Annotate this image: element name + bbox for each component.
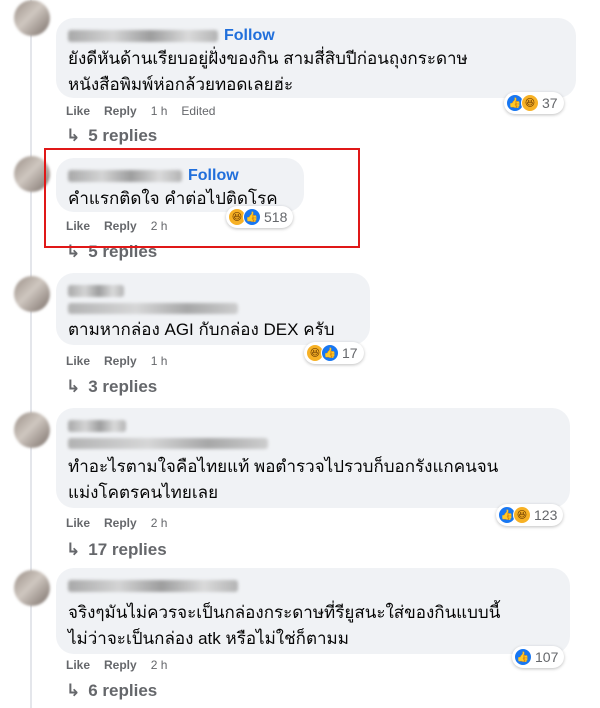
comment-bubble: Follow ยังดีหันด้านเรียบอยู่ฝั่งของกิน ส…: [56, 18, 576, 98]
comment-actions: Like Reply 2 h: [66, 658, 167, 672]
reply-arrow-icon: ↳: [66, 377, 81, 396]
comment-actions: Like Reply 1 h Edited: [66, 104, 215, 118]
reaction-count: 123: [534, 507, 558, 523]
timestamp[interactable]: 2 h: [151, 516, 168, 530]
reaction-count: 107: [535, 649, 559, 665]
reaction-summary[interactable]: 😆 👍 17: [304, 342, 364, 364]
replies-count: 17 replies: [88, 540, 167, 559]
haha-icon: 😆: [521, 94, 539, 112]
author-name[interactable]: Follow: [68, 26, 564, 46]
reaction-summary[interactable]: 👍 107: [512, 646, 565, 668]
like-icon: 👍: [514, 648, 532, 666]
comment-bubble: ทำอะไรตามใจคือไทยแท้ พอตำรวจไปรวบก็บอกรั…: [56, 408, 570, 508]
view-replies-button[interactable]: ↳ 6 replies: [66, 681, 157, 701]
like-icon: 👍: [321, 344, 339, 362]
avatar[interactable]: [14, 0, 50, 36]
comment-actions: Like Reply 2 h: [66, 516, 167, 530]
view-replies-button[interactable]: ↳ 17 replies: [66, 540, 167, 560]
comment-bubble: ตามหากล่อง AGI กับกล่อง DEX ครับ: [56, 273, 370, 345]
replies-count: 3 replies: [88, 377, 158, 396]
reply-button[interactable]: Reply: [104, 104, 137, 118]
follow-button[interactable]: Follow: [224, 27, 275, 45]
comment-text: ทำอะไรตามใจคือไทยแท้ พอตำรวจไปรวบก็บอกรั…: [68, 457, 499, 502]
haha-icon: 😆: [513, 506, 531, 524]
reaction-summary[interactable]: 👍 😆 123: [496, 504, 564, 526]
comment-text: ยังดีหันด้านเรียบอยู่ฝั่งของกิน สามสี่สิ…: [68, 49, 468, 94]
edited-label: Edited: [181, 104, 216, 118]
like-button[interactable]: Like: [66, 354, 90, 368]
like-button[interactable]: Like: [66, 516, 90, 530]
highlight-box: [44, 148, 360, 248]
replies-count: 5 replies: [88, 126, 158, 145]
reaction-summary[interactable]: 👍 😆 37: [504, 92, 564, 114]
reply-button[interactable]: Reply: [104, 354, 137, 368]
timestamp[interactable]: 1 h: [151, 354, 168, 368]
replies-count: 6 replies: [88, 681, 158, 700]
timestamp[interactable]: 2 h: [151, 658, 168, 672]
reply-button[interactable]: Reply: [104, 658, 137, 672]
avatar[interactable]: [14, 570, 50, 606]
avatar[interactable]: [14, 412, 50, 448]
reply-button[interactable]: Reply: [104, 516, 137, 530]
author-name[interactable]: [68, 416, 558, 454]
timestamp[interactable]: 1 h: [151, 104, 168, 118]
avatar[interactable]: [14, 276, 50, 312]
like-button[interactable]: Like: [66, 658, 90, 672]
comment-actions: Like Reply 1 h: [66, 354, 167, 368]
reply-arrow-icon: ↳: [66, 540, 81, 559]
view-replies-button[interactable]: ↳ 5 replies: [66, 126, 157, 146]
reaction-count: 17: [342, 345, 358, 361]
like-button[interactable]: Like: [66, 104, 90, 118]
view-replies-button[interactable]: ↳ 3 replies: [66, 377, 157, 397]
author-name[interactable]: [68, 281, 358, 317]
comment-bubble: จริงๆมันไม่ควรจะเป็นกล่องกระดาษที่รียูสน…: [56, 568, 570, 654]
reaction-count: 37: [542, 95, 558, 111]
comment-text: ตามหากล่อง AGI กับกล่อง DEX ครับ: [68, 320, 335, 339]
author-name[interactable]: [68, 576, 558, 600]
comment-text: จริงๆมันไม่ควรจะเป็นกล่องกระดาษที่รียูสน…: [68, 603, 501, 648]
reply-arrow-icon: ↳: [66, 126, 81, 145]
reply-arrow-icon: ↳: [66, 681, 81, 700]
